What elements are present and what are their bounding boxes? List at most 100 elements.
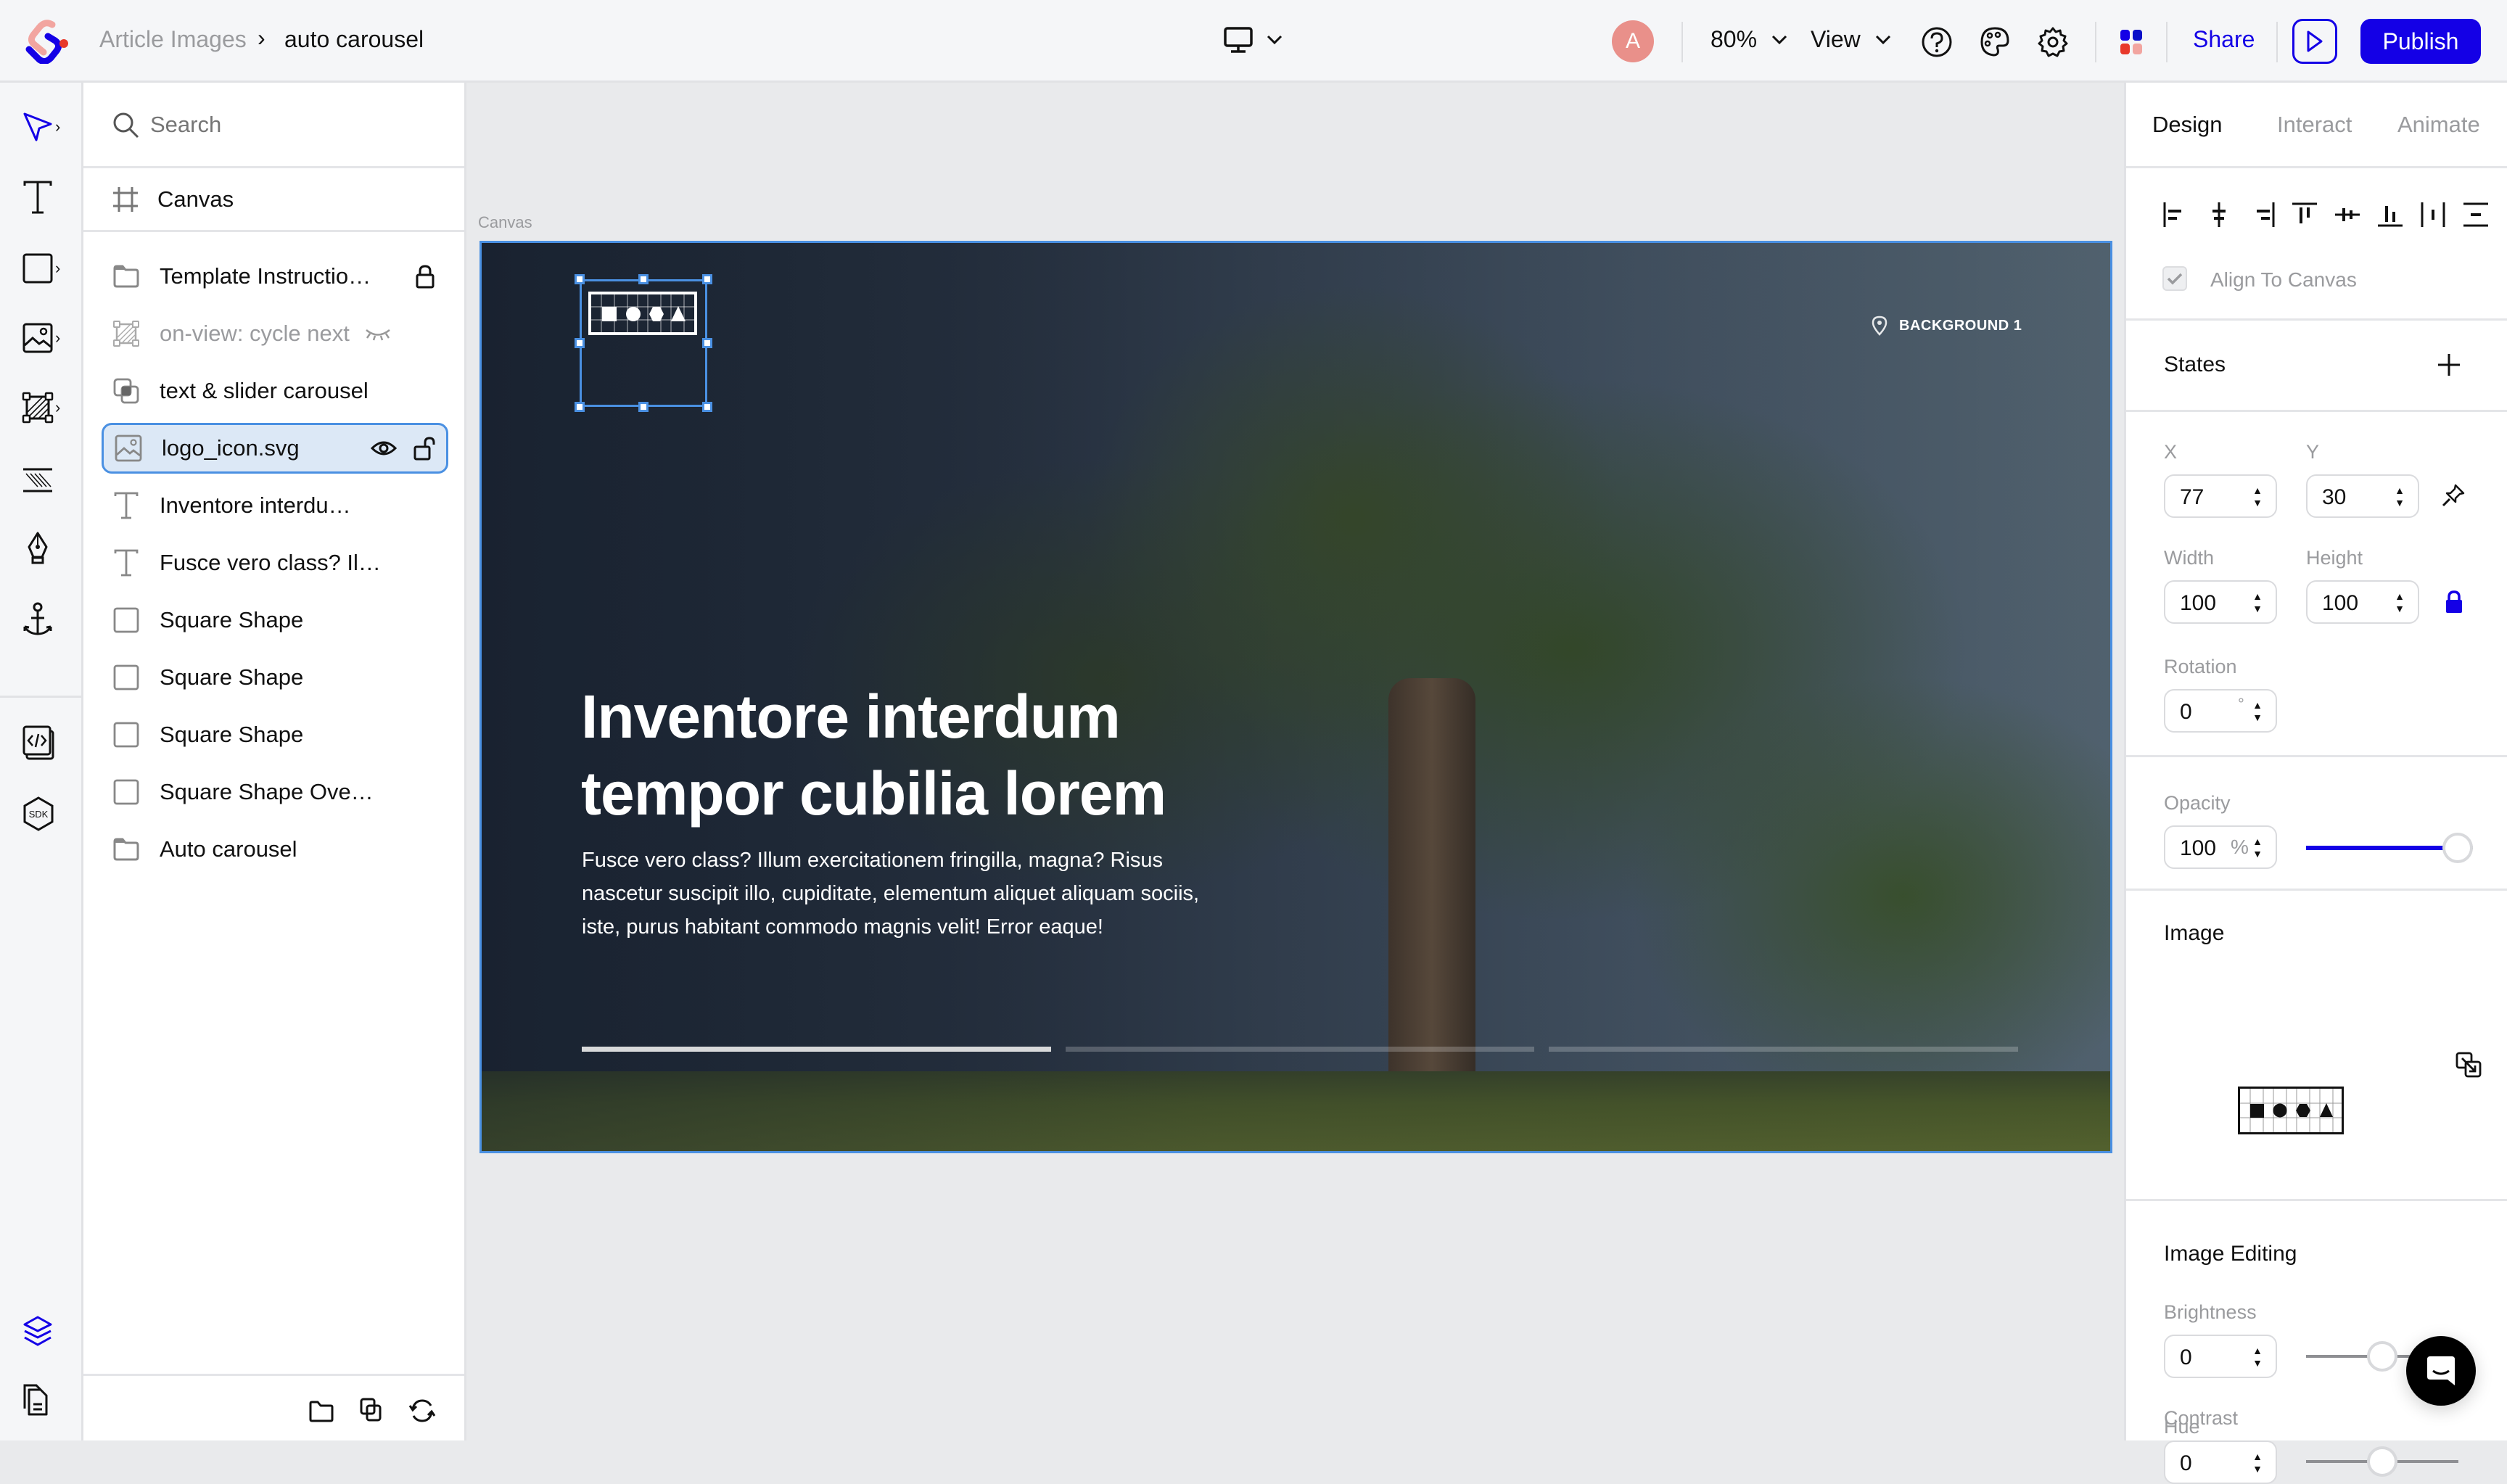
align-right-icon[interactable] xyxy=(2248,201,2276,228)
height-input[interactable]: 100 ▲ ▼ xyxy=(2306,580,2419,624)
unlock-icon[interactable] xyxy=(413,436,436,461)
layer-item[interactable]: text & slider carousel xyxy=(102,366,448,416)
theme-button[interactable] xyxy=(1979,26,2011,58)
tab-interact[interactable]: Interact xyxy=(2277,112,2352,138)
distribute-v-icon[interactable] xyxy=(2462,201,2490,228)
image-tool[interactable]: › xyxy=(22,316,73,360)
text-tool[interactable] xyxy=(22,176,73,219)
slider-thumb[interactable] xyxy=(2367,1446,2397,1477)
resize-handle-ne[interactable] xyxy=(702,274,712,284)
width-input[interactable]: 100 ▲ ▼ xyxy=(2164,580,2277,624)
tab-animate[interactable]: Animate xyxy=(2397,112,2480,138)
y-label: Y xyxy=(2306,441,2320,463)
stepper-icon[interactable]: ▲ ▼ xyxy=(2395,590,2405,615)
layer-item[interactable]: Square Shape xyxy=(102,652,448,703)
resize-handle-n[interactable] xyxy=(638,274,649,284)
pin-icon[interactable] xyxy=(2441,483,2466,508)
layer-item[interactable]: Template Instructio… xyxy=(102,251,448,302)
resize-handle-s[interactable] xyxy=(638,402,649,412)
align-bottom-icon[interactable] xyxy=(2376,201,2404,228)
layer-item[interactable]: Auto carousel xyxy=(102,824,448,875)
resize-handle-sw[interactable] xyxy=(575,402,585,412)
layer-item[interactable]: logo_icon.svg xyxy=(102,423,448,474)
align-top-icon[interactable] xyxy=(2291,201,2318,228)
settings-button[interactable] xyxy=(2037,26,2069,58)
align-center-h-icon[interactable] xyxy=(2205,201,2233,228)
layers-icon xyxy=(23,1316,52,1346)
stepper-icon[interactable]: ▲ ▼ xyxy=(2252,699,2263,724)
hidden-eye-icon[interactable] xyxy=(364,326,392,341)
opacity-input[interactable]: 100% ▲ ▼ xyxy=(2164,825,2277,869)
stepper-icon[interactable]: ▲ ▼ xyxy=(2252,590,2263,615)
avatar[interactable]: A xyxy=(1612,20,1654,62)
y-input[interactable]: 30 ▲ ▼ xyxy=(2306,474,2419,518)
pages-tab[interactable] xyxy=(22,1378,73,1422)
align-to-canvas-checkbox[interactable] xyxy=(2162,266,2187,291)
stepper-icon[interactable]: ▲ ▼ xyxy=(2395,485,2405,509)
layer-item[interactable]: Square Shape xyxy=(102,595,448,646)
image-thumbnail[interactable] xyxy=(2238,1087,2344,1134)
device-selector[interactable] xyxy=(1223,26,1283,54)
layer-item[interactable]: Square Shape xyxy=(102,709,448,760)
layer-item[interactable]: Inventore interdu… xyxy=(102,480,448,531)
resize-handle-se[interactable] xyxy=(702,402,712,412)
select-tool[interactable]: › xyxy=(22,105,73,149)
aspect-lock-icon[interactable] xyxy=(2445,590,2463,614)
opacity-slider[interactable] xyxy=(2306,833,2473,863)
rotation-input[interactable]: 0 ° ▲ ▼ xyxy=(2164,689,2277,733)
body-text[interactable]: Fusce vero class? Illum exercitationem f… xyxy=(582,844,1220,944)
layers-tab[interactable] xyxy=(22,1310,73,1353)
x-input[interactable]: 77 ▲ ▼ xyxy=(2164,474,2277,518)
replace-image-icon[interactable] xyxy=(2455,1052,2482,1078)
canvas-area[interactable]: Canvas BACKGROUND 1 Inventore interdum t… xyxy=(466,83,2124,1440)
shape-tool[interactable]: › xyxy=(22,247,73,290)
contrast-input[interactable]: 0 ▲ ▼ xyxy=(2164,1440,2277,1484)
hotspot-tool[interactable]: › xyxy=(22,386,73,429)
stepper-icon[interactable]: ▲ ▼ xyxy=(2252,485,2263,509)
resize-handle-e[interactable] xyxy=(702,338,712,348)
layer-search[interactable] xyxy=(83,83,464,168)
pattern-tool[interactable] xyxy=(22,458,73,502)
sdk-tool[interactable]: SDK xyxy=(22,792,73,836)
add-state-icon[interactable] xyxy=(2437,353,2461,377)
new-folder-button[interactable] xyxy=(308,1400,334,1423)
pen-tool[interactable] xyxy=(22,527,73,570)
resize-handle-w[interactable] xyxy=(575,338,585,348)
align-middle-v-icon[interactable] xyxy=(2334,201,2361,228)
layer-canvas-root[interactable]: Canvas xyxy=(83,168,464,232)
apps-button[interactable] xyxy=(2120,29,2143,55)
slider-thumb[interactable] xyxy=(2442,833,2473,863)
anchor-tool[interactable] xyxy=(22,598,73,641)
layer-item[interactable]: on-view: cycle next xyxy=(102,308,448,359)
stepper-icon[interactable]: ▲ ▼ xyxy=(2252,1451,2263,1475)
sync-button[interactable] xyxy=(408,1397,436,1425)
zoom-dropdown[interactable]: 80% xyxy=(1711,26,1787,53)
align-left-icon[interactable] xyxy=(2162,201,2190,228)
contrast-slider[interactable] xyxy=(2306,1446,2458,1477)
headline[interactable]: Inventore interdum tempor cubilia lorem xyxy=(581,678,1166,832)
stepper-icon[interactable]: ▲ ▼ xyxy=(2252,836,2263,860)
tab-design[interactable]: Design xyxy=(2152,112,2223,138)
search-input[interactable] xyxy=(150,109,440,141)
help-button[interactable] xyxy=(1921,26,1953,58)
stepper-icon[interactable]: ▲ ▼ xyxy=(2252,1345,2263,1369)
preview-button[interactable] xyxy=(2292,19,2337,64)
distribute-h-icon[interactable] xyxy=(2419,201,2447,228)
resize-handle-nw[interactable] xyxy=(575,274,585,284)
chat-support-button[interactable] xyxy=(2406,1336,2476,1406)
width-value: 100 xyxy=(2180,591,2217,615)
breadcrumb-parent[interactable]: Article Images xyxy=(99,26,247,53)
layer-item[interactable]: Fusce vero class? Il… xyxy=(102,537,448,588)
duplicate-button[interactable] xyxy=(359,1397,382,1423)
share-button[interactable]: Share xyxy=(2193,26,2255,53)
lock-icon[interactable] xyxy=(415,264,435,289)
brightness-input[interactable]: 0 ▲ ▼ xyxy=(2164,1335,2277,1378)
slider-thumb[interactable] xyxy=(2367,1341,2397,1372)
embed-tool[interactable] xyxy=(22,721,73,764)
layer-item[interactable]: Square Shape Ove… xyxy=(102,767,448,817)
app-logo[interactable] xyxy=(23,19,71,64)
publish-button[interactable]: Publish xyxy=(2360,19,2481,64)
view-dropdown[interactable]: View xyxy=(1811,26,1891,53)
carousel-banner[interactable]: BACKGROUND 1 Inventore interdum tempor c… xyxy=(479,241,2112,1153)
eye-icon[interactable] xyxy=(371,440,397,457)
